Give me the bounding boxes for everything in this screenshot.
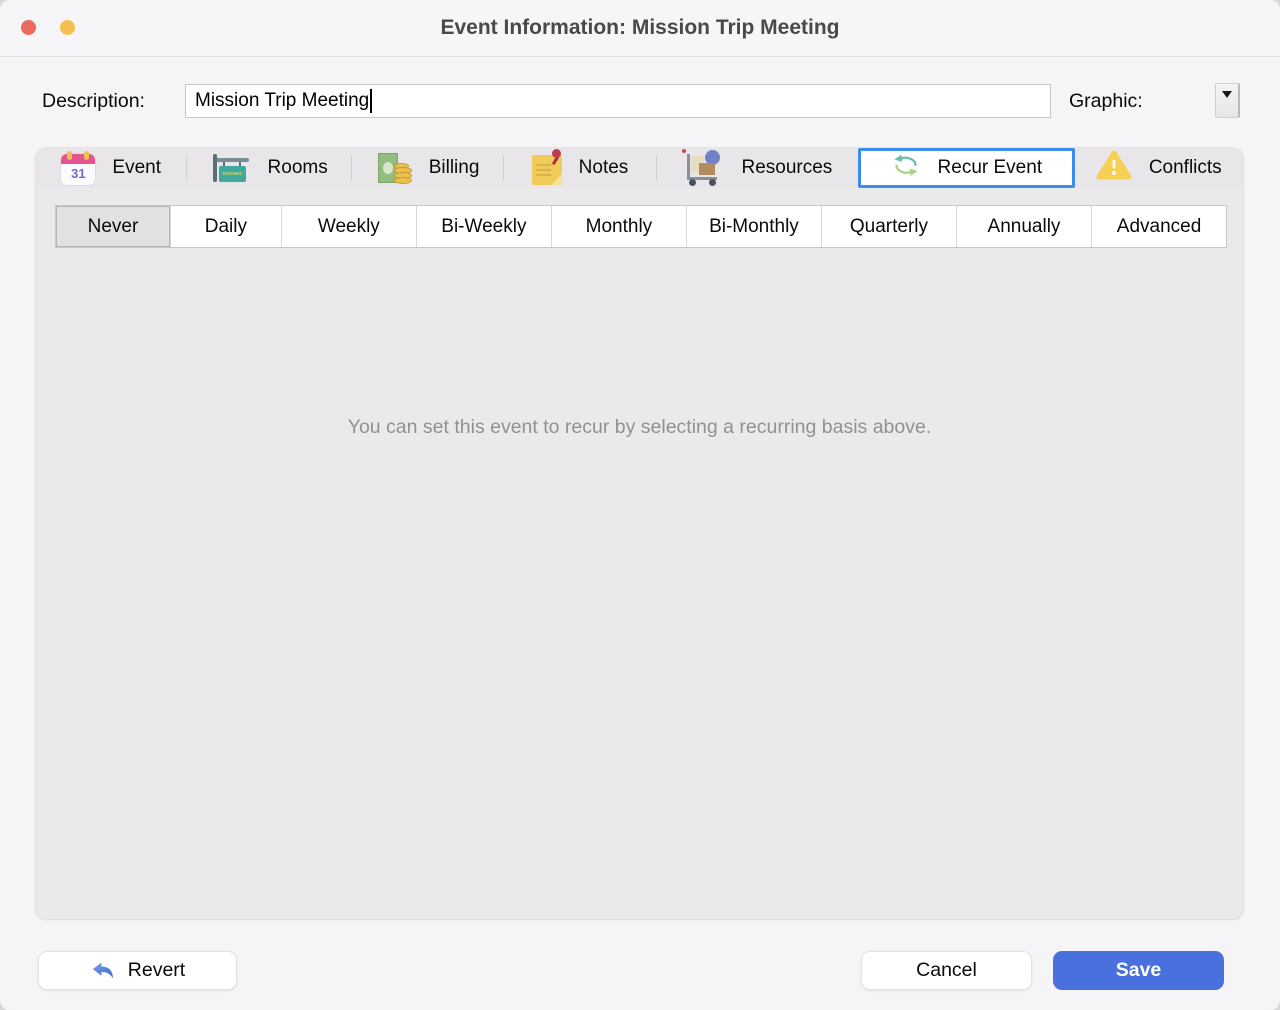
tab-label: Rooms — [267, 157, 328, 178]
description-input[interactable]: Mission Trip Meeting — [185, 84, 1051, 118]
tab-label: Resources — [741, 157, 833, 178]
save-button[interactable]: Save — [1053, 951, 1224, 990]
titlebar: Event Information: Mission Trip Meeting — [0, 0, 1280, 57]
tab-conflicts[interactable]: Conflicts — [1075, 148, 1243, 188]
event-information-window: Event Information: Mission Trip Meeting … — [0, 0, 1280, 1010]
money-icon — [376, 152, 412, 185]
graphic-label: Graphic: — [1069, 90, 1143, 112]
minimize-button[interactable] — [60, 20, 75, 35]
tab-billing[interactable]: Billing — [352, 148, 503, 188]
revert-button[interactable]: Revert — [38, 951, 237, 990]
recurrence-tab-annually[interactable]: Annually — [957, 206, 1093, 247]
description-label: Description: — [42, 90, 145, 112]
recurrence-tab-quarterly[interactable]: Quarterly — [822, 206, 957, 247]
tab-recur-event[interactable]: Recur Event — [858, 148, 1075, 188]
revert-arrow-icon — [92, 962, 113, 979]
tab-label: Billing — [428, 157, 480, 178]
recurrence-hint-text: You can set this event to recur by selec… — [347, 416, 932, 438]
cart-icon — [682, 149, 724, 187]
tab-label: Conflicts — [1148, 157, 1222, 178]
recurrence-tab-bar: Never Daily Weekly Bi-Weekly Monthly Bi-… — [55, 205, 1227, 248]
tab-resources[interactable]: Resources — [657, 148, 858, 188]
recurrence-tab-bi-weekly[interactable]: Bi-Weekly — [417, 206, 552, 247]
recurrence-tab-daily[interactable]: Daily — [171, 206, 282, 247]
recurrence-tab-monthly[interactable]: Monthly — [552, 206, 687, 247]
recurrence-tab-never[interactable]: Never — [56, 206, 171, 247]
tab-label: Recur Event — [937, 157, 1043, 178]
rooms-sign-icon: ROOMS — [211, 152, 251, 185]
recur-arrows-icon — [891, 151, 921, 185]
warning-icon — [1096, 149, 1132, 187]
recurrence-tab-advanced[interactable]: Advanced — [1092, 206, 1226, 247]
sticky-note-icon — [531, 148, 562, 185]
tab-rooms[interactable]: ROOMS Rooms — [187, 148, 350, 188]
calendar-icon: 31 — [61, 150, 96, 185]
revert-label: Revert — [127, 959, 186, 981]
recurrence-tab-bi-monthly[interactable]: Bi-Monthly — [687, 206, 822, 247]
close-button[interactable] — [21, 20, 36, 35]
cancel-button[interactable]: Cancel — [861, 951, 1032, 990]
tab-notes[interactable]: Notes — [504, 148, 655, 188]
tab-label: Notes — [578, 157, 629, 178]
tab-panel: 31 Event ROOMS Rooms Billing Notes Resou… — [36, 148, 1243, 919]
tab-bar: 31 Event ROOMS Rooms Billing Notes Resou… — [36, 148, 1243, 188]
tab-event[interactable]: 31 Event — [36, 148, 186, 188]
cancel-label: Cancel — [916, 959, 977, 981]
recurrence-tab-weekly[interactable]: Weekly — [282, 206, 417, 247]
graphic-dropdown[interactable] — [1215, 83, 1240, 118]
description-value: Mission Trip Meeting — [195, 90, 370, 111]
text-caret — [370, 89, 373, 113]
dropdown-arrow-icon — [1222, 91, 1232, 98]
save-label: Save — [1115, 959, 1162, 981]
window-title: Event Information: Mission Trip Meeting — [440, 16, 840, 39]
tab-label: Event — [112, 157, 161, 178]
